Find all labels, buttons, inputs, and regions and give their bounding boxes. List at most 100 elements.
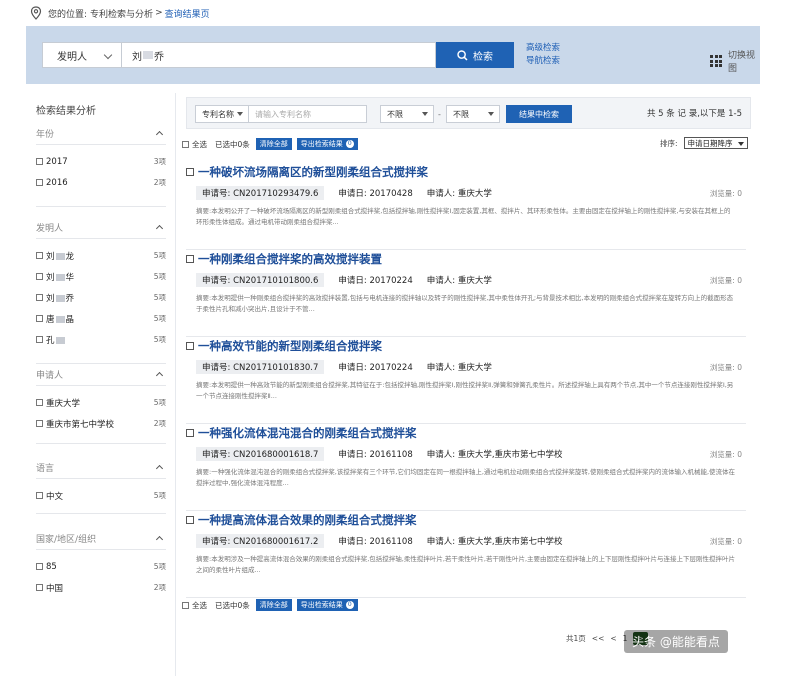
filter-item[interactable]: 中文 5项	[36, 485, 166, 506]
filter-item[interactable]: 重庆大学 5项	[36, 392, 166, 413]
result-title[interactable]: 一种破坏流场隔离区的新型刚柔组合式搅拌桨	[186, 164, 428, 180]
filter-item-count: 5项	[153, 272, 166, 281]
range-from-select[interactable]: 不限	[380, 105, 434, 123]
caret-down-icon	[488, 112, 494, 116]
checkbox[interactable]	[186, 255, 194, 263]
checkbox[interactable]	[186, 429, 194, 437]
search-query-prefix: 刘	[132, 51, 142, 63]
advanced-search-link[interactable]: 高级检索	[526, 42, 560, 55]
clear-all-button[interactable]: 清除全部	[255, 138, 292, 150]
filter-group-header[interactable]: 国家/地区/组织	[36, 531, 166, 545]
checkbox[interactable]	[36, 294, 43, 301]
search-in-results-button[interactable]: 结果中检索	[506, 105, 572, 123]
checkbox[interactable]	[36, 563, 43, 570]
checkbox[interactable]	[36, 179, 43, 186]
result-title[interactable]: 一种高效节能的新型刚柔组合搅拌桨	[186, 338, 382, 354]
first-page-button[interactable]: <<	[592, 634, 605, 643]
applicant-label: 申请人:	[426, 189, 456, 199]
filter-group-header[interactable]: 年份	[36, 126, 166, 140]
field-select-value: 专利名称	[202, 109, 234, 119]
result-title-text[interactable]: 一种刚柔组合搅拌桨的高效搅拌装置	[198, 251, 382, 267]
chevron-up-icon[interactable]	[155, 130, 164, 139]
filter-item[interactable]: 重庆市第七中学校 2项	[36, 413, 166, 434]
field-input[interactable]: 请输入专利名称	[249, 105, 367, 123]
result-title-text[interactable]: 一种破坏流场隔离区的新型刚柔组合式搅拌桨	[198, 164, 428, 180]
view-count: 浏览量: 0	[709, 362, 742, 372]
checkbox[interactable]	[36, 492, 43, 499]
sort-select[interactable]: 申请日期降序	[683, 137, 748, 149]
checkbox[interactable]	[36, 158, 43, 165]
filter-item[interactable]: 中国 2项	[36, 577, 166, 598]
filter-item[interactable]: 刘龙 5项	[36, 245, 166, 266]
prev-page-button[interactable]: <	[610, 634, 616, 643]
result-title-text[interactable]: 一种高效节能的新型刚柔组合搅拌桨	[198, 338, 382, 354]
breadcrumb-path[interactable]: 专利检索与分析	[90, 7, 153, 20]
app-date: 20161108	[369, 537, 413, 547]
filter-group-inventor: 发明人 刘龙 5项 刘华 5项 刘乔 5项 唐晶 5项 孔 5项	[36, 220, 166, 350]
select-all-checkbox[interactable]	[182, 140, 189, 148]
checkbox[interactable]	[36, 584, 43, 591]
checkbox[interactable]	[186, 516, 194, 524]
applicant: 重庆大学	[457, 189, 492, 199]
range-to-value: 不限	[453, 109, 469, 119]
filter-item-count: 5项	[153, 491, 166, 500]
filter-item-count: 5项	[153, 314, 166, 323]
filter-group-header[interactable]: 发明人	[36, 220, 166, 234]
switch-view-button[interactable]: 切换视图	[710, 48, 760, 74]
filter-item[interactable]: 唐晶 5项	[36, 308, 166, 329]
checkbox[interactable]	[36, 315, 43, 322]
export-results-button[interactable]: 导出检索结果 0	[296, 599, 358, 611]
checkbox[interactable]	[36, 336, 43, 343]
watermark: 头条 @能能看点	[624, 630, 728, 653]
result-item: 一种刚柔组合搅拌桨的高效搅拌装置 申请号: CN201710101800.6 申…	[186, 251, 746, 337]
filter-item-label-b: 华	[65, 272, 75, 283]
chevron-up-icon[interactable]	[155, 224, 164, 233]
select-all-checkbox[interactable]	[182, 601, 189, 609]
export-results-button[interactable]: 导出检索结果 0	[296, 138, 358, 150]
app-no-label: 申请号:	[202, 276, 231, 286]
search-button[interactable]: 检索	[436, 42, 514, 68]
filter-group-header[interactable]: 申请人	[36, 367, 166, 381]
filter-group-header[interactable]: 语言	[36, 460, 166, 474]
app-date: 20170428	[369, 189, 413, 199]
range-to-select[interactable]: 不限	[446, 105, 500, 123]
applicant-label: 申请人:	[426, 276, 456, 286]
filter-item[interactable]: 2016 2项	[36, 172, 166, 193]
result-title[interactable]: 一种提高流体混合效果的刚柔组合式搅拌桨	[186, 512, 417, 528]
chevron-up-icon[interactable]	[155, 464, 164, 473]
result-count: 共 5 条 记 录,以下是 1-5	[646, 109, 742, 119]
filter-item[interactable]: 85 5项	[36, 556, 166, 577]
field-select[interactable]: 专利名称	[195, 105, 249, 123]
app-date: 20170224	[369, 276, 413, 286]
chevron-up-icon[interactable]	[155, 371, 164, 380]
result-title-text[interactable]: 一种提高流体混合效果的刚柔组合式搅拌桨	[198, 512, 417, 528]
checkbox[interactable]	[36, 420, 43, 427]
checkbox[interactable]	[186, 168, 194, 176]
range-dash: -	[438, 110, 441, 119]
clear-all-button[interactable]: 清除全部	[255, 599, 292, 611]
chevron-up-icon[interactable]	[155, 535, 164, 544]
checkbox[interactable]	[36, 273, 43, 280]
breadcrumb-current[interactable]: 查询结果页	[165, 7, 210, 20]
checkbox[interactable]	[36, 399, 43, 406]
app-no: CN201710101800.6	[233, 276, 319, 286]
result-abstract: 摘要:本发明提供一种高效节能的新型刚柔组合搅拌桨,其特征在于:包括搅拌轴,刚性搅…	[196, 381, 734, 400]
checkbox[interactable]	[186, 342, 194, 350]
search-button-label: 检索	[473, 51, 493, 63]
filter-item-count: 2项	[153, 178, 166, 187]
result-title[interactable]: 一种强化流体混沌混合的刚柔组合式搅拌桨	[186, 425, 417, 441]
filter-item[interactable]: 刘华 5项	[36, 266, 166, 287]
search-field-select[interactable]: 发明人	[42, 42, 122, 68]
checkbox[interactable]	[36, 252, 43, 259]
app-date: 20161108	[369, 450, 413, 460]
search-input[interactable]: 刘 乔	[122, 42, 436, 68]
result-title[interactable]: 一种刚柔组合搅拌桨的高效搅拌装置	[186, 251, 382, 267]
filter-item[interactable]: 刘乔 5项	[36, 287, 166, 308]
selected-count: 已选中0条	[215, 600, 250, 610]
nav-search-link[interactable]: 导航检索	[526, 55, 560, 68]
filter-item[interactable]: 2017 3项	[36, 151, 166, 172]
result-title-text[interactable]: 一种强化流体混沌混合的刚柔组合式搅拌桨	[198, 425, 417, 441]
filter-item[interactable]: 孔 5项	[36, 329, 166, 350]
filter-item-label-a: 唐	[46, 314, 55, 325]
search-icon	[457, 49, 468, 61]
